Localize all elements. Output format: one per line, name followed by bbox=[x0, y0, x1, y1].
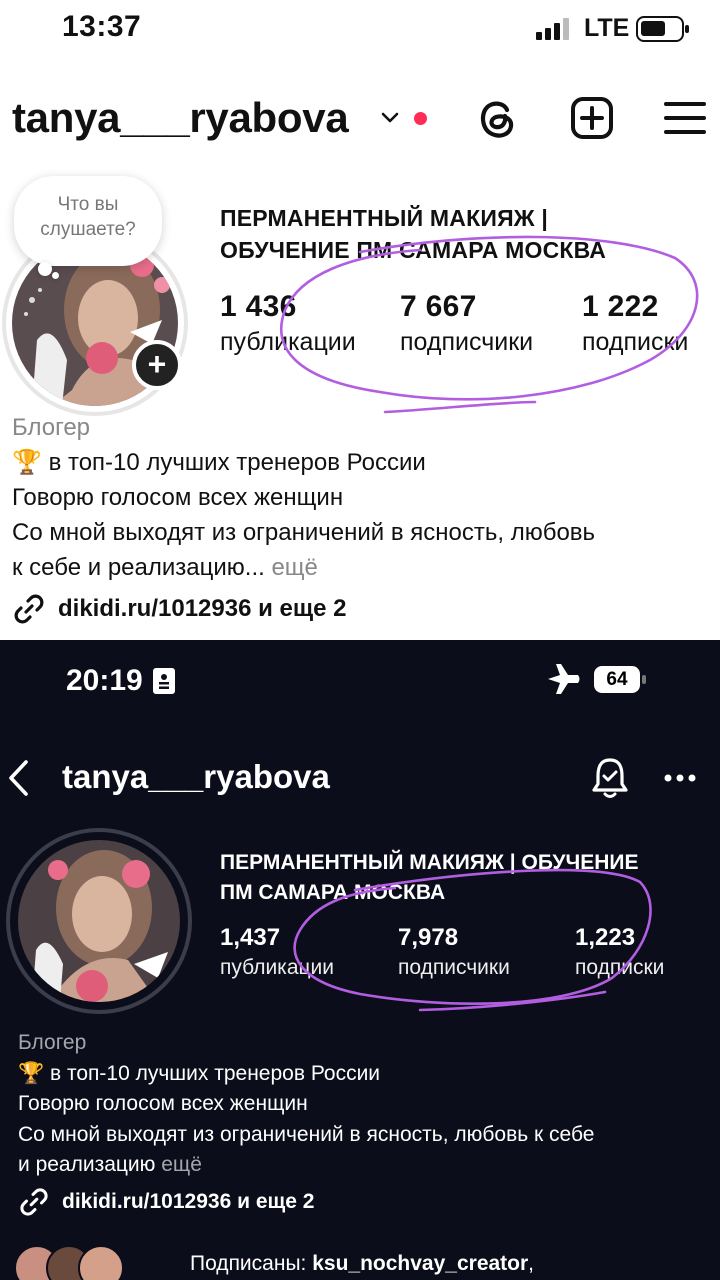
network-label: LTE bbox=[584, 14, 630, 42]
stat-label: публикации bbox=[220, 956, 334, 979]
name-line1: ПЕРМАНЕНТНЫЙ МАКИЯЖ | bbox=[220, 205, 549, 231]
link-icon bbox=[20, 1188, 48, 1216]
more-icon[interactable] bbox=[664, 774, 696, 782]
name-line1: ПЕРМАНЕНТНЫЙ МАКИЯЖ | ОБУЧЕНИЕ bbox=[220, 851, 639, 874]
link-icon bbox=[14, 594, 44, 624]
stat-value: 7,978 bbox=[398, 924, 459, 951]
link-text: dikidi.ru/1012936 и еще 2 bbox=[58, 595, 347, 622]
stat-label: подписчики bbox=[398, 956, 510, 979]
battery-icon bbox=[636, 16, 689, 42]
followed-by-text[interactable]: Подписаны: ksu_nochvay_creator, bbox=[190, 1252, 534, 1276]
followed-prefix: Подписаны: bbox=[190, 1252, 313, 1275]
story-prompt-bubble[interactable]: Что вы слушаете? bbox=[14, 176, 162, 266]
profile-bio: Блогер 🏆 в топ-10 лучших тренеров России… bbox=[12, 410, 712, 585]
stat-posts[interactable]: 1,437 публикации bbox=[220, 924, 334, 980]
profile-username[interactable]: tanya___ryabova bbox=[12, 94, 349, 142]
profile-display-name: ПЕРМАНЕНТНЫЙ МАКИЯЖ | ОБУЧЕНИЕ ПМ САМАРА… bbox=[220, 202, 710, 266]
stat-label: публикации bbox=[220, 328, 356, 356]
stat-label: подписчики bbox=[400, 328, 534, 356]
bio-category: Блогер bbox=[12, 414, 91, 441]
stat-value: 1,437 bbox=[220, 924, 281, 951]
followed-suffix: , bbox=[528, 1252, 535, 1275]
chevron-down-icon[interactable] bbox=[380, 110, 400, 126]
bio-category: Блогер bbox=[18, 1031, 87, 1054]
add-story-icon[interactable]: + bbox=[132, 340, 182, 390]
bio-line: к себе и реализацию... bbox=[12, 554, 265, 581]
notification-dot bbox=[414, 112, 427, 125]
bubble-tail-small bbox=[52, 272, 59, 279]
bio-line: Со мной выходят из ограничений в ясность… bbox=[12, 519, 596, 546]
stat-label: подписки bbox=[582, 328, 689, 356]
story-prompt-line2: слушаете? bbox=[40, 219, 136, 240]
stat-followers[interactable]: 7,978 подписчики bbox=[398, 924, 510, 980]
bio-line: Со мной выходят из ограничений в ясность… bbox=[18, 1122, 595, 1146]
battery-icon: 64 bbox=[594, 666, 646, 693]
stat-value: 1 222 bbox=[582, 290, 659, 323]
stat-value: 1,223 bbox=[575, 924, 636, 951]
bio-more-link[interactable]: ещё bbox=[271, 554, 317, 581]
threads-icon[interactable] bbox=[476, 96, 518, 140]
link-text: dikidi.ru/1012936 и еще 2 bbox=[62, 1190, 315, 1213]
dark-profile-screenshot: 20:19 64 tanya___ryabova ПЕРМАНЕНТНЫЙ МА… bbox=[0, 640, 720, 1280]
bell-icon[interactable] bbox=[588, 754, 632, 802]
bubble-tail bbox=[38, 262, 52, 276]
stat-posts[interactable]: 1 436 публикации bbox=[220, 290, 356, 357]
bio-line: в топ-10 лучших тренеров России bbox=[48, 449, 426, 476]
name-line2: ОБУЧЕНИЕ ПМ САМАРА МОСКВА bbox=[220, 237, 607, 263]
stat-following[interactable]: 1 222 подписки bbox=[582, 290, 688, 357]
airplane-icon bbox=[548, 664, 580, 694]
bio-line: в топ-10 лучших тренеров России bbox=[50, 1061, 381, 1085]
profile-display-name: ПЕРМАНЕНТНЫЙ МАКИЯЖ | ОБУЧЕНИЕ ПМ САМАРА… bbox=[220, 848, 710, 908]
id-card-icon bbox=[152, 668, 175, 694]
bio-line: Говорю голосом всех женщин bbox=[18, 1092, 308, 1115]
stat-value: 7 667 bbox=[400, 290, 477, 323]
status-time-group: 20:19 bbox=[66, 664, 175, 698]
profile-link[interactable]: dikidi.ru/1012936 и еще 2 bbox=[18, 1186, 314, 1218]
mutual-followers-avatars[interactable] bbox=[14, 1245, 124, 1280]
stat-value: 1 436 bbox=[220, 290, 297, 323]
profile-link[interactable]: dikidi.ru/1012936 и еще 2 bbox=[12, 592, 347, 626]
trophy-icon: 🏆 bbox=[18, 1061, 45, 1085]
trophy-icon: 🏆 bbox=[12, 449, 42, 476]
story-prompt-line1: Что вы bbox=[57, 194, 119, 215]
stat-label: подписки bbox=[575, 956, 665, 979]
signal-icon bbox=[536, 18, 572, 40]
followed-name: ksu_nochvay_creator bbox=[312, 1252, 529, 1275]
back-icon[interactable] bbox=[6, 758, 30, 798]
menu-icon[interactable] bbox=[664, 100, 706, 136]
avatar bbox=[78, 1245, 124, 1280]
stat-followers[interactable]: 7 667 подписчики bbox=[400, 290, 533, 357]
name-line2: ПМ САМАРА МОСКВА bbox=[220, 881, 446, 904]
status-time: 20:19 bbox=[66, 664, 143, 697]
light-profile-screenshot: 13:37 LTE tanya___ryabova Что вы слушает… bbox=[0, 0, 720, 640]
bio-more-link[interactable]: ещё bbox=[161, 1153, 202, 1176]
stat-following[interactable]: 1,223 подписки bbox=[575, 924, 664, 980]
bio-line: и реализацию bbox=[18, 1153, 156, 1176]
profile-username: tanya___ryabova bbox=[62, 758, 330, 795]
avatar[interactable] bbox=[18, 840, 180, 1002]
add-post-icon[interactable] bbox=[570, 96, 614, 140]
profile-bio: Блогер 🏆 в топ-10 лучших тренеров России… bbox=[18, 1028, 708, 1181]
bio-line: Говорю голосом всех женщин bbox=[12, 484, 344, 511]
status-time: 13:37 bbox=[62, 10, 142, 43]
